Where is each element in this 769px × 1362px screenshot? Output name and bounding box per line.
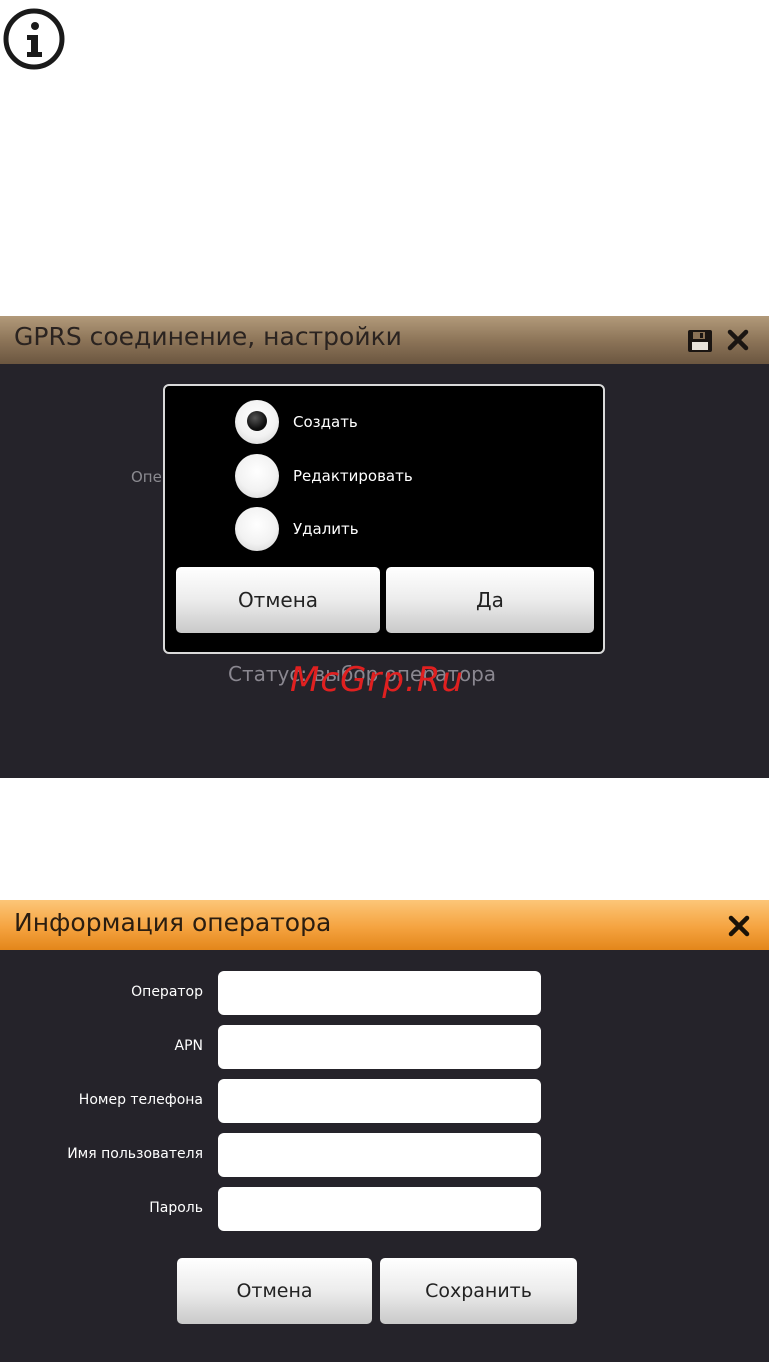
radio-button[interactable]: [235, 454, 279, 498]
radio-label: Удалить: [293, 520, 359, 538]
close-icon[interactable]: [726, 328, 750, 352]
dialog-yes-button[interactable]: Да: [386, 567, 594, 633]
radio-option-edit[interactable]: Редактировать: [235, 454, 413, 498]
close-icon[interactable]: [727, 914, 751, 938]
radio-button-selected[interactable]: [235, 400, 279, 444]
operator-label: Оператор: [131, 984, 203, 1000]
radio-label: Редактировать: [293, 467, 413, 485]
radio-option-delete[interactable]: Удалить: [235, 507, 359, 551]
password-field[interactable]: [218, 1187, 541, 1231]
apn-label: APN: [174, 1038, 204, 1054]
apn-field[interactable]: [218, 1025, 541, 1069]
operator-title-bar: Информация оператора: [0, 900, 769, 950]
save-button[interactable]: Сохранить: [380, 1258, 577, 1324]
operator-info-screen: Информация оператора Оператор APN Номер …: [0, 900, 769, 1362]
radio-label: Создать: [293, 413, 358, 431]
gprs-window-title: GPRS соединение, настройки: [14, 322, 402, 351]
background-operator-label: Опе: [131, 468, 162, 486]
dialog-cancel-button[interactable]: Отмена: [176, 567, 380, 633]
info-icon: [3, 8, 65, 70]
floppy-disk-icon[interactable]: [688, 330, 712, 352]
phone-number-label: Номер телефона: [78, 1092, 203, 1108]
password-label: Пароль: [149, 1200, 203, 1216]
gprs-settings-screen: GPRS соединение, настройки Опе Статус: в…: [0, 316, 769, 778]
operator-window-title: Информация оператора: [14, 908, 332, 937]
watermark: McGrp.Ru: [290, 660, 464, 700]
gprs-title-bar: GPRS соединение, настройки: [0, 316, 769, 364]
operator-field[interactable]: [218, 971, 541, 1015]
radio-button[interactable]: [235, 507, 279, 551]
phone-number-field[interactable]: [218, 1079, 541, 1123]
username-label: Имя пользователя: [67, 1146, 203, 1162]
action-dialog: Создать Редактировать Удалить Отмена Да: [163, 384, 605, 654]
cancel-button[interactable]: Отмена: [177, 1258, 372, 1324]
username-field[interactable]: [218, 1133, 541, 1177]
radio-option-create[interactable]: Создать: [235, 400, 358, 444]
